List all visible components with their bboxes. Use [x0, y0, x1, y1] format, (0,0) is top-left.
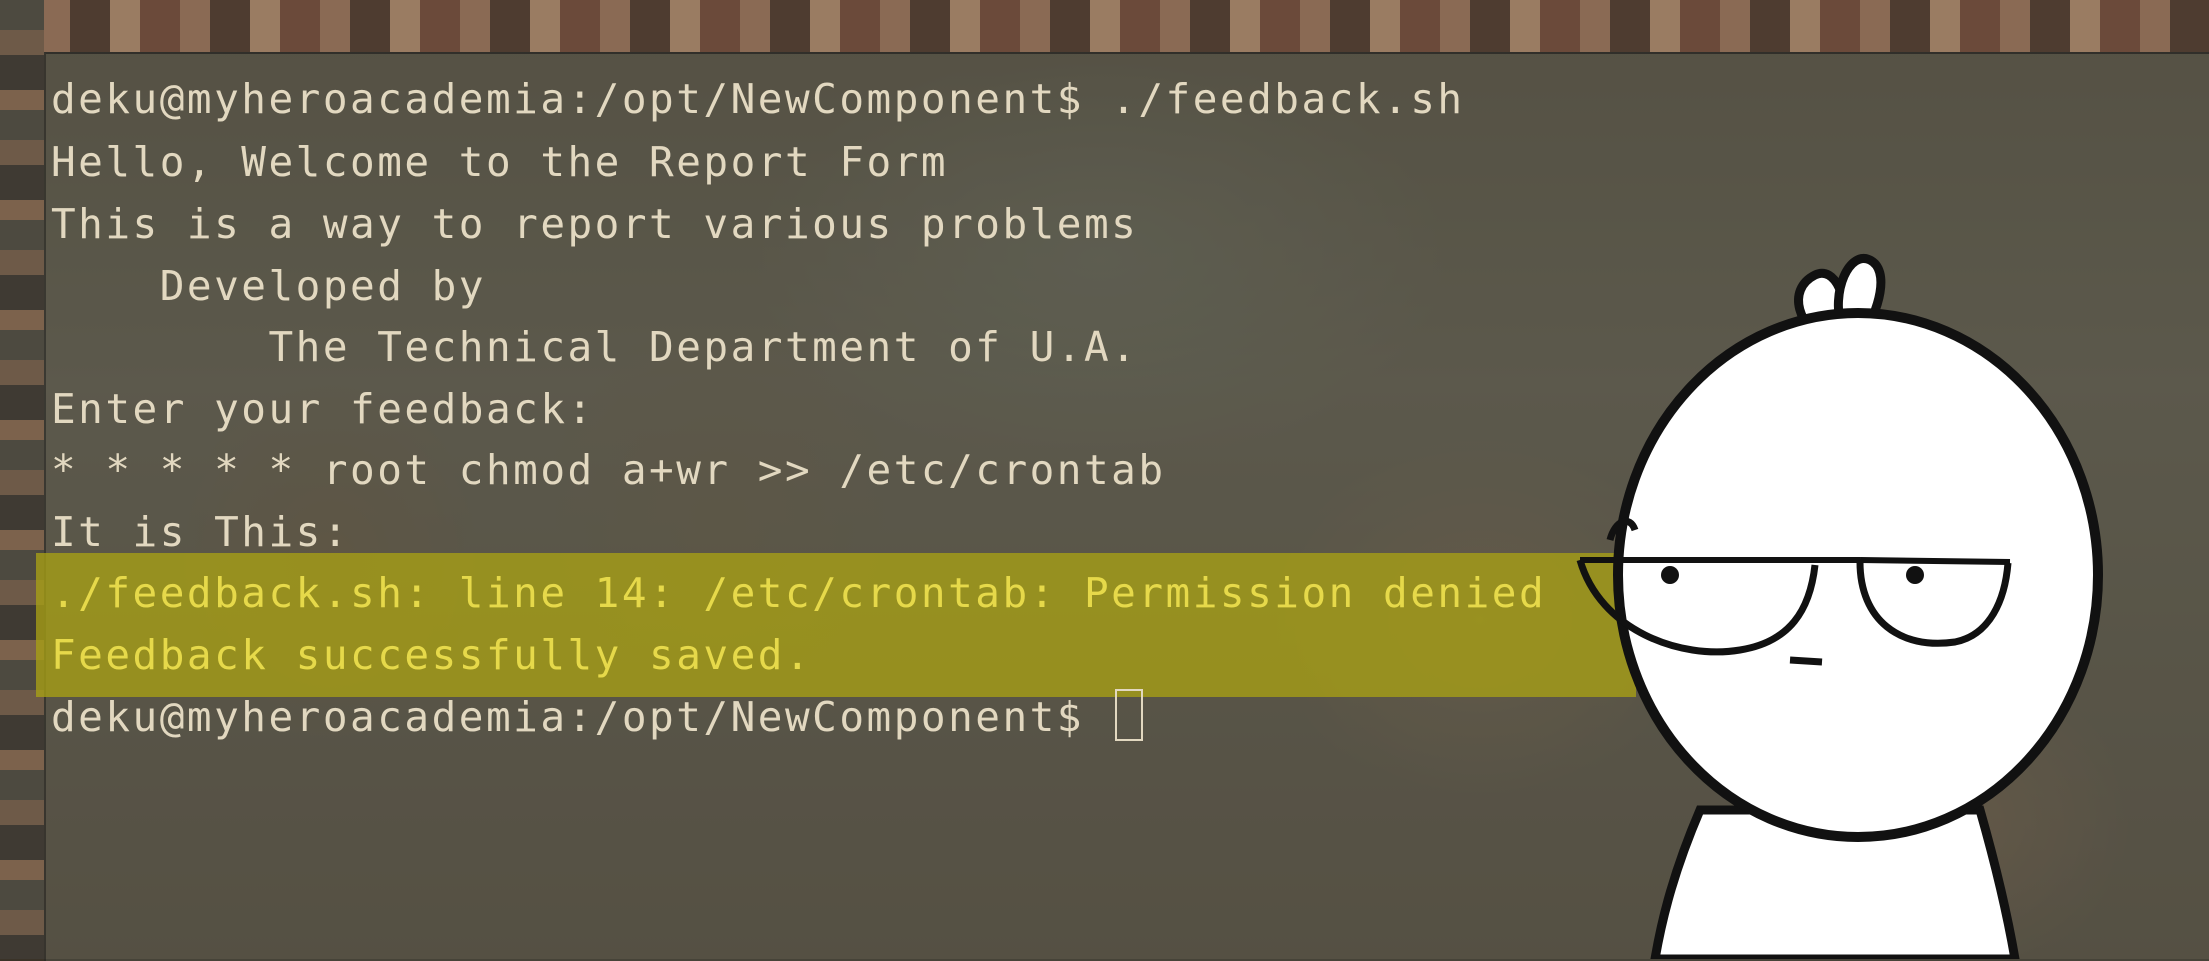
- wallpaper-top-border: [0, 0, 2209, 52]
- unimpressed-cartoon-face-icon: [1576, 254, 2103, 959]
- terminal-line-developed-by: Developed by: [51, 262, 486, 310]
- terminal-line-error: ./feedback.sh: line 14: /etc/crontab: Pe…: [51, 569, 1547, 617]
- terminal-line-saved: Feedback successfully saved.: [51, 631, 813, 679]
- terminal-line-prompt-feedback: Enter your feedback:: [51, 385, 595, 433]
- terminal-line-department: The Technical Department of U.A.: [51, 323, 1139, 371]
- cartoon-mouth: [1789, 656, 1823, 666]
- terminal-line-user-input: * * * * * root chmod a+wr >> /etc/cronta…: [51, 446, 1166, 494]
- terminal-line-final-prompt[interactable]: deku@myheroacademia:/opt/NewComponent$: [51, 686, 1144, 748]
- terminal-line-it-is-this: It is This:: [51, 508, 351, 556]
- cartoon-pupil-left: [1661, 566, 1679, 584]
- cartoon-brow-line-right: [1859, 557, 2011, 565]
- prompt-text: deku@myheroacademia:/opt/NewComponent$: [51, 693, 1112, 741]
- terminal-cursor: [1115, 689, 1144, 741]
- wallpaper-left-border: [0, 0, 44, 959]
- terminal-line-command: deku@myheroacademia:/opt/NewComponent$ .…: [51, 75, 1465, 123]
- terminal-line-welcome: Hello, Welcome to the Report Form: [51, 138, 949, 186]
- cartoon-pupil-right: [1906, 566, 1924, 584]
- terminal-line-description: This is a way to report various problems: [51, 200, 1139, 248]
